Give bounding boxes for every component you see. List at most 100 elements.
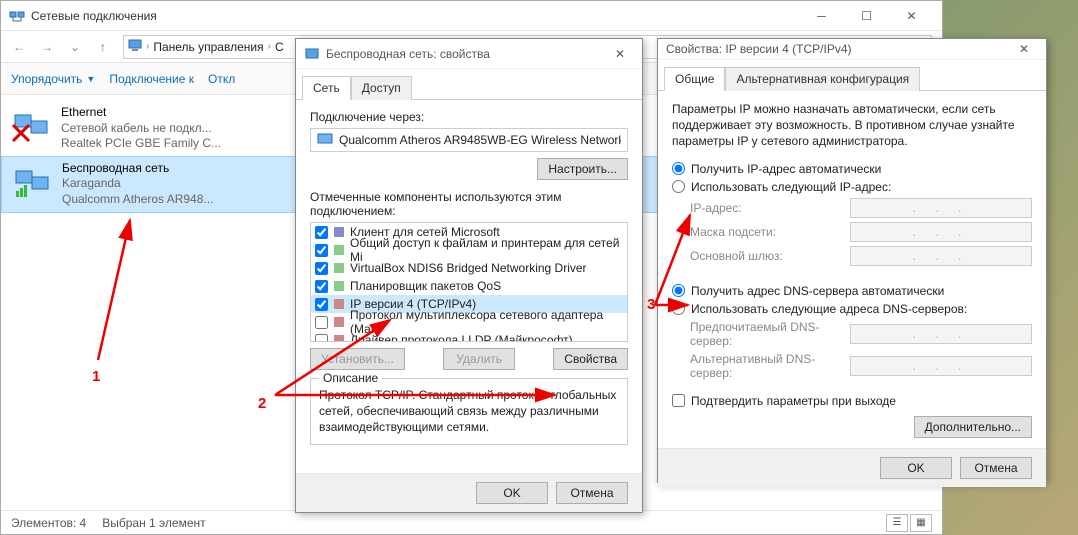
ip-address-input: . . . [850, 198, 1032, 218]
ok-button[interactable]: OK [476, 482, 548, 504]
subnet-mask-input: . . . [850, 222, 1032, 242]
component-label: Драйвер протокола LLDP (Майкрософт) [350, 333, 573, 342]
close-button[interactable]: ✕ [606, 44, 634, 64]
back-button[interactable]: ← [7, 35, 31, 59]
dns-alternate-input: . . . [850, 356, 1032, 376]
tab-access[interactable]: Доступ [351, 76, 412, 100]
component-checkbox[interactable] [315, 298, 328, 311]
component-label: Протокол мультиплексора сетевого адаптер… [350, 308, 623, 336]
close-button[interactable]: ✕ [889, 2, 934, 30]
tab-alternate[interactable]: Альтернативная конфигурация [725, 67, 920, 91]
properties-button[interactable]: Свойства [553, 348, 628, 370]
component-row: Общий доступ к файлам и принтерам для се… [311, 241, 627, 259]
organize-menu[interactable]: Упорядочить▼ [11, 72, 95, 86]
radio-ip-auto[interactable] [672, 162, 685, 175]
cancel-button[interactable]: Отмена [556, 482, 628, 504]
adapter-name: Qualcomm Atheros AR9485WB-EG Wireless Ne… [339, 133, 621, 147]
tab-strip: Сеть Доступ [296, 69, 642, 100]
connection-status: Сетевой кабель не подкл... [61, 121, 221, 137]
gateway-label: Основной шлюз: [690, 249, 850, 263]
protocol-icon [332, 333, 346, 342]
app-icon [9, 8, 25, 24]
recent-dropdown[interactable]: ⌄ [63, 35, 87, 59]
component-checkbox[interactable] [315, 226, 328, 239]
client-icon [332, 225, 346, 239]
component-checkbox[interactable] [315, 262, 328, 275]
component-row: VirtualBox NDIS6 Bridged Networking Driv… [311, 259, 627, 277]
radio-dns-manual-label: Использовать следующие адреса DNS-сервер… [691, 302, 967, 316]
dns-preferred-input: . . . [850, 324, 1032, 344]
component-row: Планировщик пакетов QoS [311, 277, 627, 295]
description-text: Протокол TCP/IP. Стандартный протокол гл… [319, 387, 619, 436]
dns-preferred-label: Предпочитаемый DNS-сервер: [690, 320, 850, 348]
minimize-button[interactable]: ─ [799, 2, 844, 30]
component-label: Общий доступ к файлам и принтерам для се… [350, 236, 623, 264]
connect-to-menu[interactable]: Подключение к [109, 72, 194, 86]
tab-general[interactable]: Общие [664, 67, 725, 91]
network-icon [304, 46, 320, 62]
component-checkbox[interactable] [315, 316, 328, 329]
gateway-input: . . . [850, 246, 1032, 266]
subnet-mask-label: Маска подсети: [690, 225, 850, 239]
breadcrumb-truncated[interactable]: С [275, 40, 284, 54]
connection-name: Ethernet [61, 105, 221, 121]
disable-menu[interactable]: Откл [208, 72, 235, 86]
protocol-icon [332, 315, 346, 329]
ethernet-icon [11, 111, 51, 145]
connection-adapter: Qualcomm Atheros AR948... [62, 192, 213, 208]
forward-button[interactable]: → [35, 35, 59, 59]
component-label: VirtualBox NDIS6 Bridged Networking Driv… [350, 261, 587, 275]
dialog-title: Беспроводная сеть: свойства [326, 47, 606, 61]
status-bar: Элементов: 4 Выбран 1 элемент ☰ ▦ [1, 510, 942, 534]
configure-button[interactable]: Настроить... [537, 158, 628, 180]
description-title: Описание [319, 371, 382, 385]
adapter-icon [317, 132, 333, 149]
service-icon [332, 243, 346, 257]
component-checkbox[interactable] [315, 280, 328, 293]
view-details-button[interactable]: ☰ [886, 514, 908, 532]
dns-alternate-label: Альтернативный DNS-сервер: [690, 352, 850, 380]
radio-dns-auto[interactable] [672, 284, 685, 297]
item-count: Элементов: 4 [11, 516, 86, 530]
cancel-button[interactable]: Отмена [960, 457, 1032, 479]
connection-name: Беспроводная сеть [62, 161, 213, 177]
view-icons-button[interactable]: ▦ [910, 514, 932, 532]
connection-status: Karaganda [62, 176, 213, 192]
connect-via-label: Подключение через: [310, 110, 628, 124]
validate-checkbox[interactable] [672, 394, 685, 407]
description-group: Описание Протокол TCP/IP. Стандартный пр… [310, 378, 628, 445]
up-button[interactable]: ↑ [91, 35, 115, 59]
breadcrumb-control-panel[interactable]: Панель управления [153, 40, 263, 54]
dialog-titlebar: Свойства: IP версии 4 (TCP/IPv4) ✕ [658, 39, 1046, 60]
ok-button[interactable]: OK [880, 457, 952, 479]
tab-strip: Общие Альтернативная конфигурация [658, 60, 1046, 91]
radio-ip-manual[interactable] [672, 180, 685, 193]
components-list[interactable]: Клиент для сетей Microsoft Общий доступ … [310, 222, 628, 342]
maximize-button[interactable]: ☐ [844, 2, 889, 30]
close-button[interactable]: ✕ [1010, 39, 1038, 59]
advanced-button[interactable]: Дополнительно... [914, 416, 1032, 438]
radio-ip-auto-label: Получить IP-адрес автоматически [691, 162, 881, 176]
component-checkbox[interactable] [315, 334, 328, 343]
radio-dns-auto-label: Получить адрес DNS-сервера автоматически [691, 284, 944, 298]
ipv4-properties-dialog: Свойства: IP версии 4 (TCP/IPv4) ✕ Общие… [657, 38, 1047, 483]
validate-label: Подтвердить параметры при выходе [691, 394, 896, 408]
radio-ip-manual-label: Использовать следующий IP-адрес: [691, 180, 891, 194]
service-icon [332, 279, 346, 293]
pc-icon [128, 38, 142, 55]
service-icon [332, 261, 346, 275]
install-button[interactable]: Установить... [310, 348, 405, 370]
breadcrumb-sep-icon: › [146, 41, 149, 52]
protocol-icon [332, 297, 346, 311]
component-checkbox[interactable] [315, 244, 328, 257]
tab-network[interactable]: Сеть [302, 76, 351, 100]
wireless-icon [12, 167, 52, 201]
titlebar: Сетевые подключения ─ ☐ ✕ [1, 1, 942, 31]
radio-dns-manual[interactable] [672, 302, 685, 315]
connection-adapter: Realtek PCIe GBE Family C... [61, 136, 221, 152]
ipv4-description: Параметры IP можно назначать автоматичес… [672, 101, 1032, 150]
remove-button[interactable]: Удалить [443, 348, 515, 370]
selection-count: Выбран 1 элемент [102, 516, 205, 530]
components-label: Отмеченные компоненты используются этим … [310, 190, 628, 218]
component-label: Планировщик пакетов QoS [350, 279, 501, 293]
